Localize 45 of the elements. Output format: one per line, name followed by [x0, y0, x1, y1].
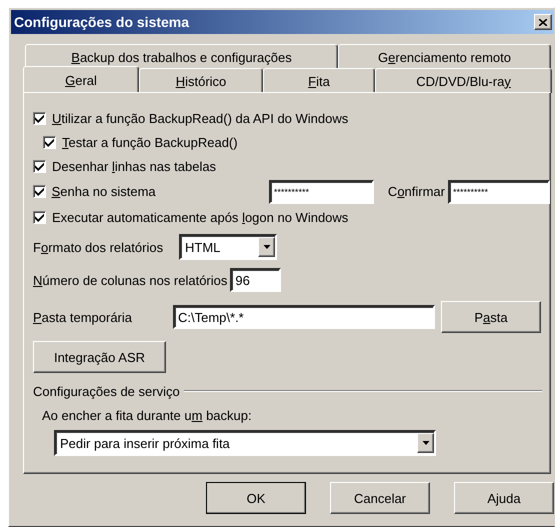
format-dropdown[interactable]: HTML [179, 234, 277, 260]
close-button[interactable] [534, 14, 552, 30]
group-title: Configurações de serviço [33, 384, 180, 398]
caret-icon [422, 441, 430, 445]
checkmark-icon [34, 187, 44, 196]
checkbox-label[interactable]: Testar a função BackupRead() [62, 134, 238, 150]
folder-field[interactable]: C:\Temp\*.* [173, 305, 435, 329]
dialog-button[interactable]: Cancelar [330, 482, 430, 514]
checkbox[interactable] [33, 185, 46, 198]
password-field[interactable]: ********** [268, 180, 374, 204]
field-label: Número de colunas nos relatórios [33, 272, 228, 288]
dropdown-button[interactable] [258, 237, 275, 257]
columns-field[interactable]: 96 [230, 268, 282, 292]
dialog-button[interactable]: Ajuda [454, 482, 554, 514]
field-label: Pasta temporária [33, 310, 133, 324]
checkbox[interactable] [43, 136, 56, 148]
field-label: Formato dos relatórios [33, 240, 164, 254]
asr-button[interactable]: Integração ASR [33, 341, 166, 373]
checkmark-icon [45, 138, 54, 146]
checkmark-icon [35, 114, 44, 122]
caret-icon [262, 245, 270, 249]
checkbox-label[interactable]: Utilizar a função BackupRead() da API do Windows [52, 110, 348, 126]
tab[interactable]: Geral [23, 66, 139, 93]
checkbox-label[interactable]: Senha no sistema [52, 184, 269, 199]
checkbox-label[interactable]: Desenhar linhas nas tabelas [52, 158, 216, 174]
tab[interactable]: Fita [263, 68, 375, 93]
close-icon [539, 18, 547, 26]
checkbox[interactable] [33, 210, 46, 224]
checkbox-label[interactable]: Executar automaticamente após logon no Windows [52, 210, 348, 224]
tape-full-dropdown[interactable]: Pedir para inserir próxima fita [54, 430, 436, 456]
field-label: Ao encher a fita durante um backup: [42, 408, 252, 422]
tab[interactable]: Histórico [139, 68, 263, 93]
checkmark-icon [35, 212, 44, 222]
checkbox[interactable] [33, 112, 46, 124]
password-field[interactable]: ********** [448, 180, 550, 204]
tab[interactable]: Backup dos trabalhos e configurações [25, 44, 338, 69]
field-label: Confirmar [388, 184, 445, 199]
dialog-button[interactable]: OK [206, 482, 306, 514]
checkbox[interactable] [33, 160, 46, 172]
checkmark-icon [35, 162, 44, 170]
tab[interactable]: CD/DVD/Blu-ray [375, 68, 552, 93]
tab[interactable]: Gerenciamento remoto [338, 44, 551, 69]
window-title: Configurações do sistema [14, 14, 190, 30]
browse-button[interactable]: Pasta [441, 301, 541, 333]
dropdown-button[interactable] [417, 433, 434, 453]
